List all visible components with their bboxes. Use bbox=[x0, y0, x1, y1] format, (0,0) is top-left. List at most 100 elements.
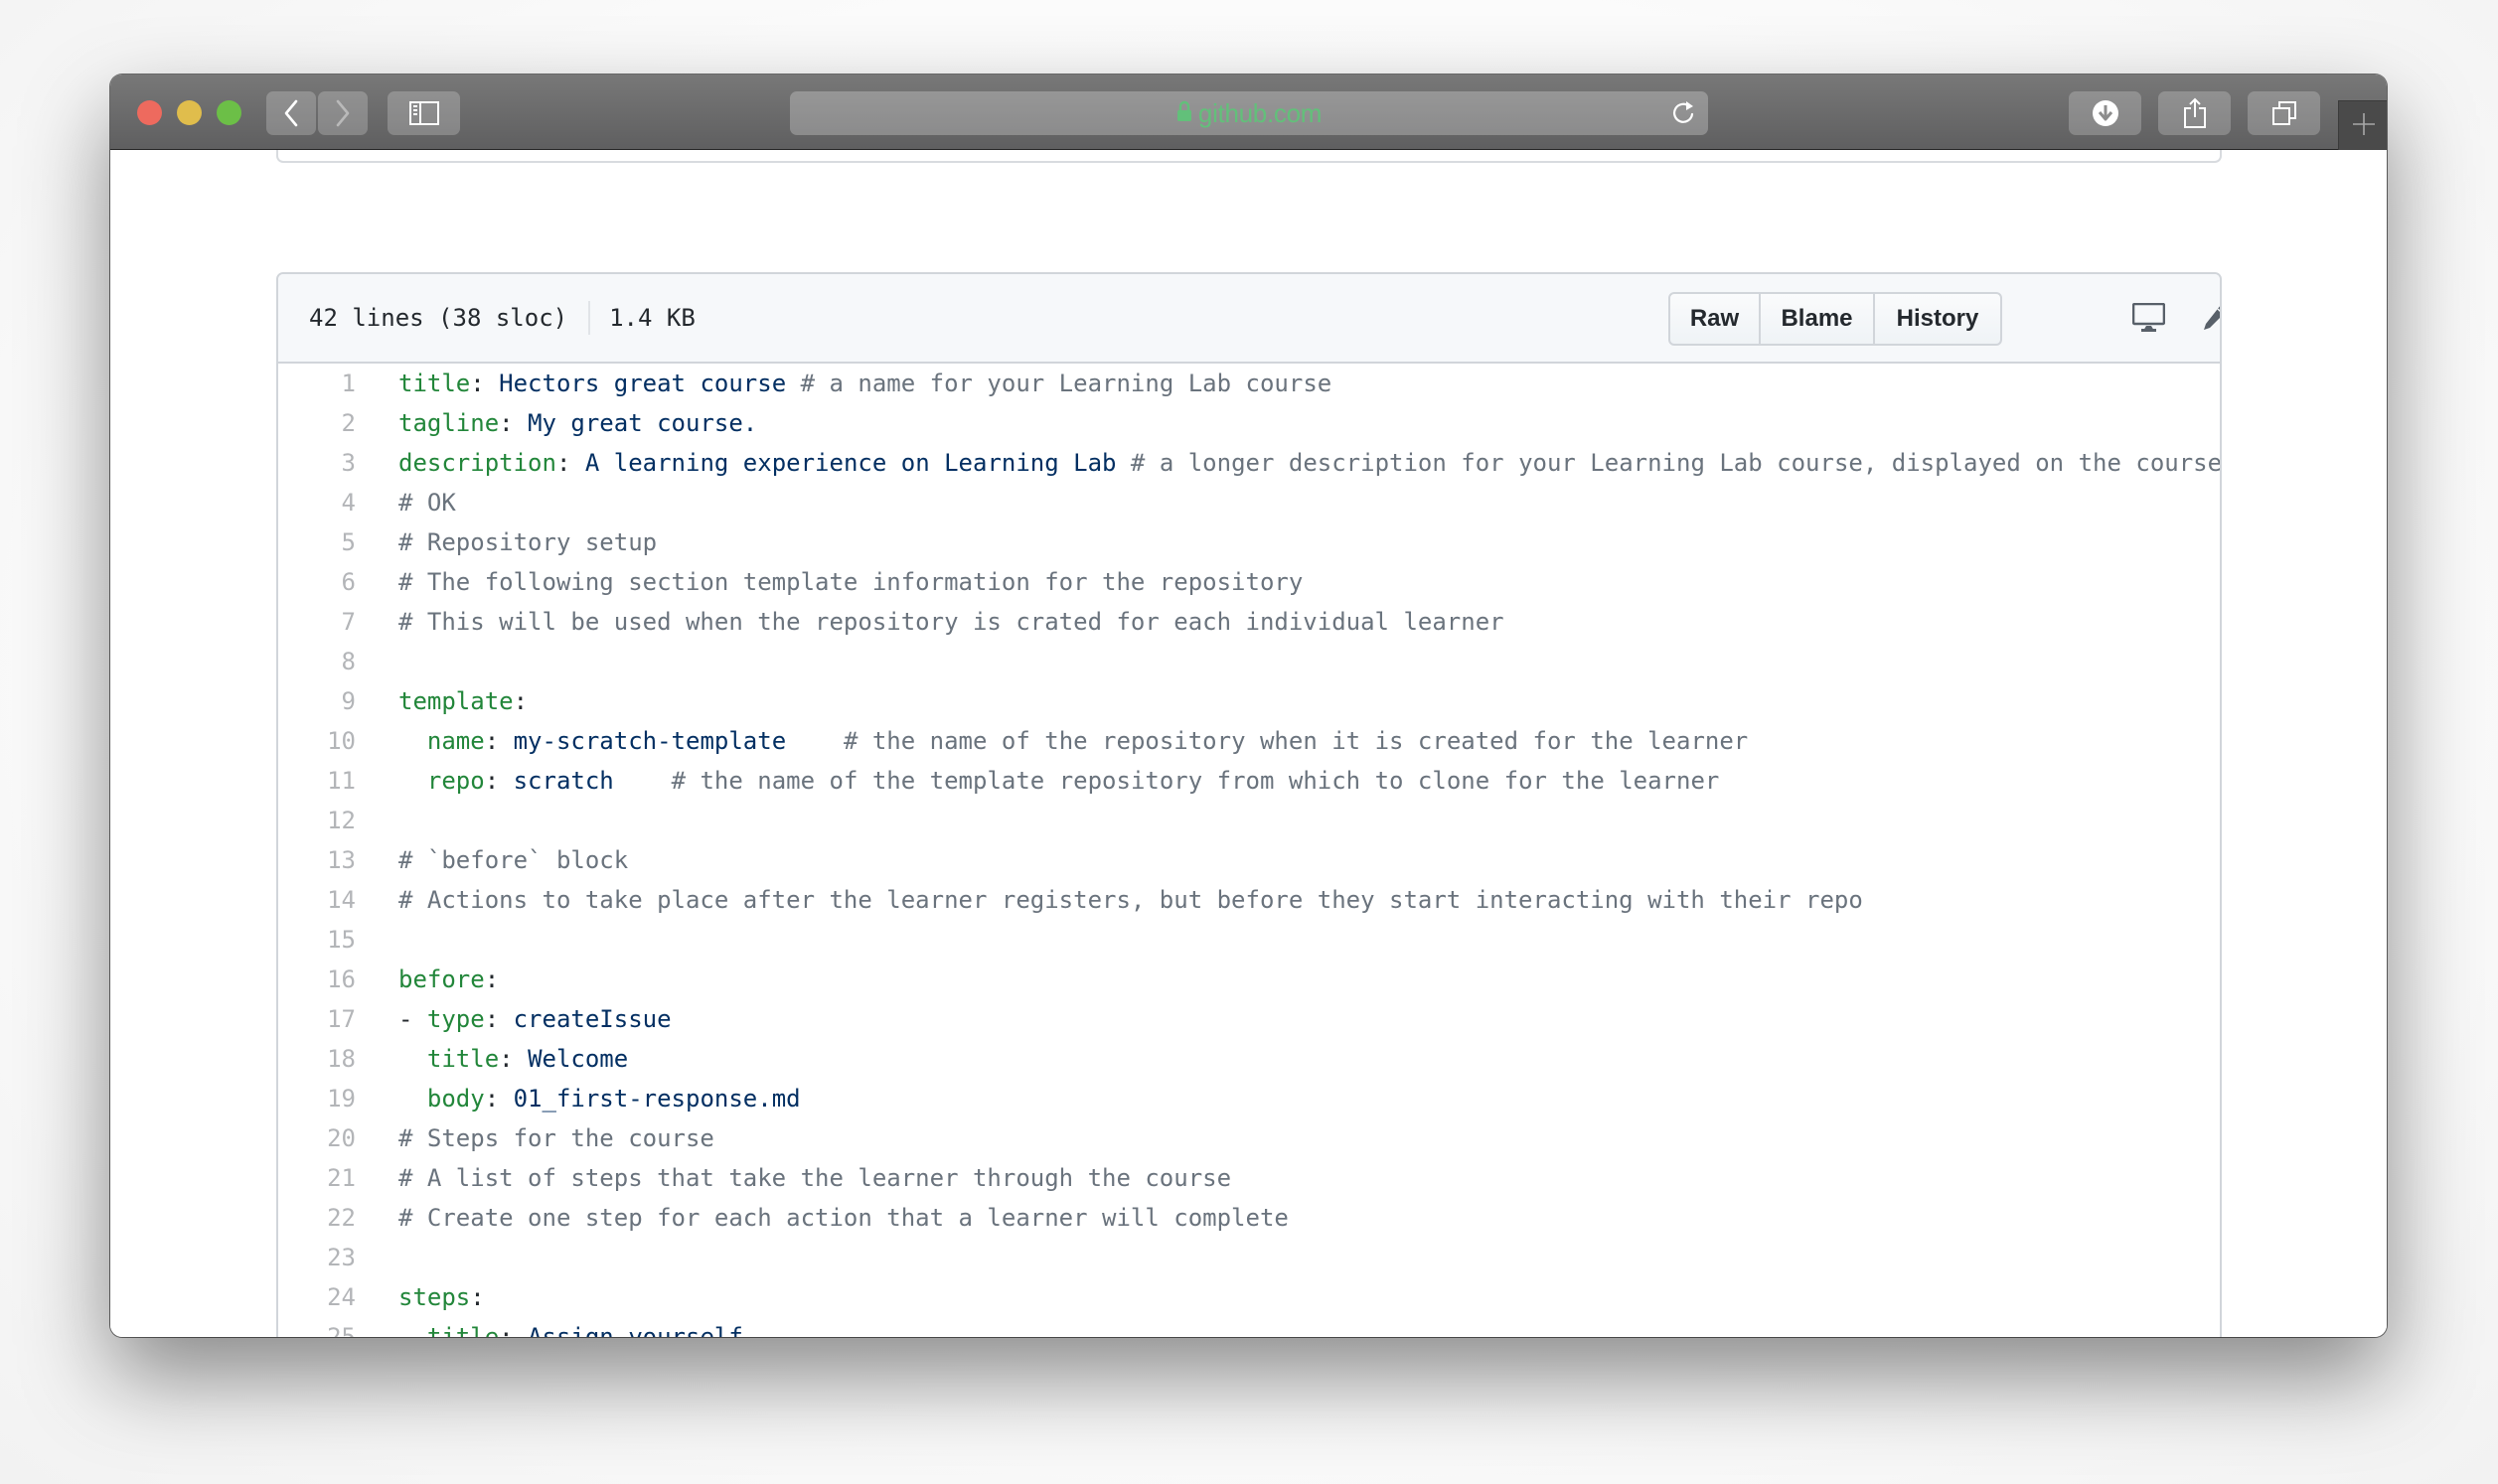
history-button[interactable]: History bbox=[1875, 294, 2000, 344]
plus-icon bbox=[2352, 112, 2376, 141]
code-line: 1 title: Hectors great course # a name fo… bbox=[278, 364, 2220, 403]
sidebar-toggle-button[interactable] bbox=[388, 91, 460, 135]
back-button[interactable] bbox=[266, 91, 316, 135]
line-number[interactable]: 11 bbox=[278, 761, 356, 801]
browser-window: github.com 42 lines (38 sloc) 1.4 KB Raw… bbox=[110, 74, 2387, 1337]
line-content: title: Hectors great course # a name for… bbox=[398, 364, 1331, 403]
yaml-punctuation: : bbox=[499, 1323, 529, 1337]
yaml-comment: # Repository setup bbox=[398, 528, 658, 556]
close-window-button[interactable] bbox=[137, 100, 162, 125]
chevron-left-icon bbox=[283, 99, 299, 127]
raw-button[interactable]: Raw bbox=[1670, 294, 1761, 344]
forward-button[interactable] bbox=[318, 91, 368, 135]
line-number[interactable]: 13 bbox=[278, 840, 356, 880]
line-content: - title: Assign yourself bbox=[398, 1317, 743, 1337]
line-number[interactable]: 3 bbox=[278, 443, 356, 483]
line-number[interactable]: 14 bbox=[278, 880, 356, 920]
yaml-punctuation: : bbox=[484, 965, 500, 993]
yaml-value: Welcome bbox=[528, 1045, 629, 1073]
yaml-value: 01_first-response.md bbox=[513, 1085, 801, 1113]
code-line: 7 # This will be used when the repository… bbox=[278, 602, 2220, 642]
pencil-icon[interactable] bbox=[2201, 303, 2220, 333]
yaml-key: before bbox=[398, 965, 485, 993]
yaml-comment: # Actions to take place after the learne… bbox=[398, 886, 1863, 914]
yaml-value: scratch bbox=[513, 767, 614, 795]
new-tab-button[interactable] bbox=[2338, 100, 2387, 151]
line-number[interactable]: 20 bbox=[278, 1118, 356, 1158]
yaml-key: template bbox=[398, 687, 514, 715]
line-number[interactable]: 1 bbox=[278, 364, 356, 403]
line-number[interactable]: 22 bbox=[278, 1198, 356, 1238]
yaml-punctuation bbox=[398, 767, 427, 795]
code-line: 9 template: bbox=[278, 681, 2220, 721]
line-number[interactable]: 7 bbox=[278, 602, 356, 642]
yaml-key: type bbox=[426, 1005, 485, 1033]
blame-button[interactable]: Blame bbox=[1761, 294, 1875, 344]
line-content: - type: createIssue bbox=[398, 999, 672, 1039]
line-number[interactable]: 23 bbox=[278, 1238, 356, 1277]
yaml-key: repo bbox=[426, 767, 485, 795]
file-viewer: 42 lines (38 sloc) 1.4 KB Raw Blame Hist… bbox=[276, 272, 2222, 1337]
yaml-key: description bbox=[398, 449, 556, 477]
code-line: 2 tagline: My great course. bbox=[278, 403, 2220, 443]
line-content: # A list of steps that take the learner … bbox=[398, 1158, 1231, 1198]
line-number[interactable]: 6 bbox=[278, 562, 356, 602]
yaml-comment: # This will be used when the repository … bbox=[398, 608, 1504, 636]
browser-toolbar: github.com bbox=[110, 74, 2387, 151]
line-number[interactable]: 10 bbox=[278, 721, 356, 761]
yaml-comment: # a name for your Learning Lab course bbox=[786, 370, 1332, 397]
file-size: 1.4 KB bbox=[609, 304, 696, 332]
yaml-punctuation: : bbox=[513, 687, 529, 715]
code-line: 6 # The following section template inform… bbox=[278, 562, 2220, 602]
zoom-window-button[interactable] bbox=[217, 100, 241, 125]
yaml-key: tagline bbox=[398, 409, 500, 437]
yaml-punctuation: : bbox=[484, 727, 514, 755]
code-line: 10 name: my-scratch-template # the name … bbox=[278, 721, 2220, 761]
line-content: # This will be used when the repository … bbox=[398, 602, 1504, 642]
line-number[interactable]: 17 bbox=[278, 999, 356, 1039]
line-number[interactable]: 19 bbox=[278, 1079, 356, 1118]
monitor-icon[interactable] bbox=[2132, 303, 2165, 333]
yaml-punctuation bbox=[398, 1085, 427, 1113]
file-line-count: 42 lines (38 sloc) bbox=[309, 304, 568, 332]
line-content: # The following section template informa… bbox=[398, 562, 1303, 602]
code-line: 8 bbox=[278, 642, 2220, 681]
download-icon bbox=[2092, 99, 2119, 127]
yaml-comment: # the name of the template repository fr… bbox=[613, 767, 1720, 795]
line-content: tagline: My great course. bbox=[398, 403, 757, 443]
chevron-right-icon bbox=[335, 99, 351, 127]
line-number[interactable]: 2 bbox=[278, 403, 356, 443]
yaml-key: name bbox=[426, 727, 485, 755]
line-number[interactable]: 18 bbox=[278, 1039, 356, 1079]
line-number[interactable]: 8 bbox=[278, 642, 356, 681]
line-number[interactable]: 4 bbox=[278, 483, 356, 522]
line-number[interactable]: 5 bbox=[278, 522, 356, 562]
file-actions-group: Raw Blame History bbox=[1668, 292, 2002, 346]
line-number[interactable]: 25 bbox=[278, 1317, 356, 1337]
line-number[interactable]: 9 bbox=[278, 681, 356, 721]
line-content: template: bbox=[398, 681, 528, 721]
code-line: 19 body: 01_first-response.md bbox=[278, 1079, 2220, 1118]
line-content: # Create one step for each action that a… bbox=[398, 1198, 1289, 1238]
yaml-comment: # Steps for the course bbox=[398, 1124, 714, 1152]
yaml-key: steps bbox=[398, 1283, 471, 1311]
reload-icon[interactable] bbox=[1672, 100, 1696, 131]
code-line: 24 steps: bbox=[278, 1277, 2220, 1317]
line-number[interactable]: 12 bbox=[278, 801, 356, 840]
code-line: 21 # A list of steps that take the learne… bbox=[278, 1158, 2220, 1198]
downloads-button[interactable] bbox=[2069, 91, 2141, 135]
line-number[interactable]: 16 bbox=[278, 960, 356, 999]
yaml-punctuation: : bbox=[470, 1283, 485, 1311]
share-button[interactable] bbox=[2158, 91, 2231, 135]
address-bar[interactable]: github.com bbox=[790, 91, 1708, 135]
code-line: 18 title: Welcome bbox=[278, 1039, 2220, 1079]
line-number[interactable]: 24 bbox=[278, 1277, 356, 1317]
line-number[interactable]: 15 bbox=[278, 920, 356, 960]
yaml-comment: # The following section template informa… bbox=[398, 568, 1304, 596]
show-tabs-button[interactable] bbox=[2248, 91, 2320, 135]
minimize-window-button[interactable] bbox=[177, 100, 202, 125]
line-content: title: Welcome bbox=[398, 1039, 628, 1079]
line-number[interactable]: 21 bbox=[278, 1158, 356, 1198]
yaml-key: title bbox=[398, 370, 471, 397]
code-line: 25 - title: Assign yourself bbox=[278, 1317, 2220, 1337]
